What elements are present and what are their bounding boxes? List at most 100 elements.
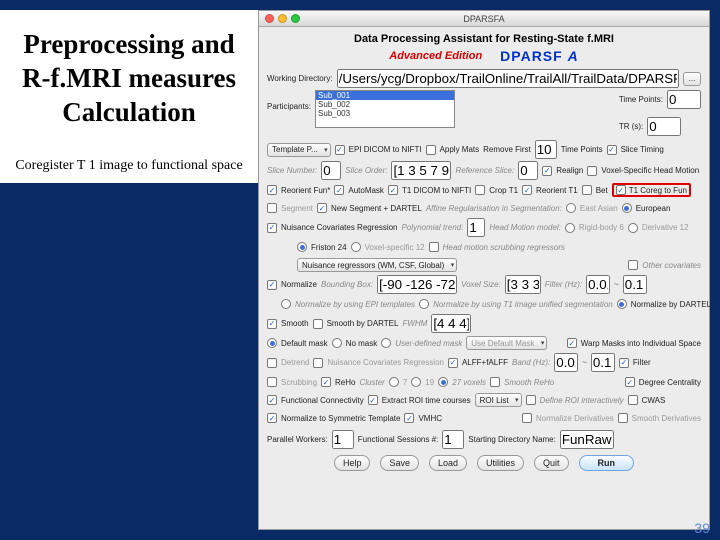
hms-check[interactable] (429, 242, 439, 252)
c19-radio[interactable] (411, 377, 421, 387)
norm-epi-radio[interactable] (281, 299, 291, 309)
template-select[interactable]: Template P... (267, 143, 331, 157)
run-button[interactable]: Run (579, 455, 635, 471)
rigid6-radio[interactable] (565, 223, 575, 233)
sd-check[interactable] (618, 413, 628, 423)
polytrend-input[interactable] (467, 218, 485, 237)
ref-slice-input[interactable] (518, 161, 538, 180)
slide-title: Preprocessing and R-f.MRI measures Calcu… (4, 18, 254, 147)
tr-input[interactable] (647, 117, 681, 136)
t1-nifti-check[interactable] (388, 185, 398, 195)
ncr-check[interactable] (267, 223, 277, 233)
realign-check[interactable] (542, 166, 552, 176)
vs12-radio[interactable] (351, 242, 361, 252)
working-dir-label: Working Directory: (267, 74, 333, 83)
reorient-t1-check[interactable] (522, 185, 532, 195)
vmhc-check[interactable] (404, 413, 414, 423)
slice-order-input[interactable] (391, 161, 451, 180)
ncr2-check[interactable] (313, 358, 323, 368)
norm-dartel-radio[interactable] (617, 299, 627, 309)
load-button[interactable]: Load (429, 455, 467, 471)
func-sessions-input[interactable] (442, 430, 464, 449)
friston24-radio[interactable] (297, 242, 307, 252)
fwhm-input[interactable] (431, 314, 471, 333)
apply-mats-check[interactable] (426, 145, 436, 155)
detrend-check[interactable] (267, 358, 277, 368)
default-mask-radio[interactable] (267, 338, 277, 348)
parallel-workers-input[interactable] (332, 430, 354, 449)
alff-check[interactable] (448, 358, 458, 368)
bet-check[interactable] (582, 185, 592, 195)
bbox-input[interactable] (377, 275, 457, 294)
nst-check[interactable] (267, 413, 277, 423)
band-lo-input[interactable] (554, 353, 578, 372)
tr-label: TR (s): (619, 122, 643, 131)
filter-check[interactable] (619, 358, 629, 368)
titlebar: DPARSFA (259, 11, 709, 27)
crop-t1-check[interactable] (475, 185, 485, 195)
other-cov-check[interactable] (628, 260, 638, 270)
dc-check[interactable] (625, 377, 635, 387)
automask-check[interactable] (334, 185, 344, 195)
european-radio[interactable] (622, 203, 632, 213)
window-title: DPARSFA (259, 14, 709, 24)
c27-radio[interactable] (438, 377, 448, 387)
nuisance-select[interactable]: Nuisance regressors (WM, CSF, Global) (297, 258, 457, 272)
user-mask-radio[interactable] (381, 338, 391, 348)
utilities-button[interactable]: Utilities (477, 455, 524, 471)
timepoints-label: Time Points: (619, 95, 663, 104)
fc-check[interactable] (267, 395, 277, 405)
define-roi-check[interactable] (526, 395, 536, 405)
slide-left-panel: Preprocessing and R-f.MRI measures Calcu… (0, 10, 258, 183)
browse-button[interactable]: ... (683, 72, 701, 86)
smooth-check[interactable] (267, 319, 277, 329)
slice-timing-check[interactable] (607, 145, 617, 155)
dparsfa-logo: DPARSF A (500, 48, 579, 64)
normalize-check[interactable] (267, 280, 277, 290)
app-title: Data Processing Assistant for Resting-St… (259, 33, 709, 45)
save-button[interactable]: Save (380, 455, 419, 471)
participants-label: Participants: (267, 102, 311, 111)
nd-check[interactable] (522, 413, 532, 423)
voxel-hm-check[interactable] (587, 166, 597, 176)
roi-list-button[interactable]: ROI List (475, 393, 522, 407)
working-dir-input[interactable] (337, 69, 679, 88)
east-asian-radio[interactable] (566, 203, 576, 213)
list-item[interactable]: Sub_001 (316, 91, 454, 100)
no-mask-radio[interactable] (332, 338, 342, 348)
participants-listbox[interactable]: Sub_001 Sub_002 Sub_003 (315, 90, 455, 128)
voxsize-input[interactable] (505, 275, 541, 294)
smooth-dartel-check[interactable] (313, 319, 323, 329)
advanced-edition-label: Advanced Edition (389, 50, 482, 62)
highlight-box: T1 Coreg to Fun (612, 183, 691, 197)
filter-lo-input[interactable] (586, 275, 610, 294)
band-hi-input[interactable] (591, 353, 615, 372)
list-item[interactable]: Sub_003 (316, 109, 454, 118)
newseg-check[interactable] (317, 203, 327, 213)
epi-nifti-check[interactable] (335, 145, 345, 155)
smooth-reho-check[interactable] (490, 377, 500, 387)
slice-number-input[interactable] (321, 161, 341, 180)
timepoints-input[interactable] (667, 90, 701, 109)
scrubbing-check[interactable] (267, 377, 277, 387)
slide-subtitle: Coregister T 1 image to functional space (4, 147, 254, 175)
t1-coreg-check[interactable] (616, 185, 626, 195)
norm-t1u-radio[interactable] (419, 299, 429, 309)
help-button[interactable]: Help (334, 455, 371, 471)
mask-button[interactable]: Use Default Mask (466, 336, 547, 350)
cwas-check[interactable] (628, 395, 638, 405)
reorient-fun-check[interactable] (267, 185, 277, 195)
deriv12-radio[interactable] (628, 223, 638, 233)
list-item[interactable]: Sub_002 (316, 100, 454, 109)
dparsfa-window: DPARSFA Data Processing Assistant for Re… (258, 10, 710, 530)
reho-check[interactable] (321, 377, 331, 387)
quit-button[interactable]: Quit (534, 455, 569, 471)
warp-masks-check[interactable] (567, 338, 577, 348)
app-header: Data Processing Assistant for Resting-St… (259, 27, 709, 66)
c7-radio[interactable] (389, 377, 399, 387)
roi-check[interactable] (368, 395, 378, 405)
startdir-input[interactable] (560, 430, 614, 449)
remove-first-input[interactable] (535, 140, 557, 159)
filter-hi-input[interactable] (623, 275, 647, 294)
segment-check[interactable] (267, 203, 277, 213)
